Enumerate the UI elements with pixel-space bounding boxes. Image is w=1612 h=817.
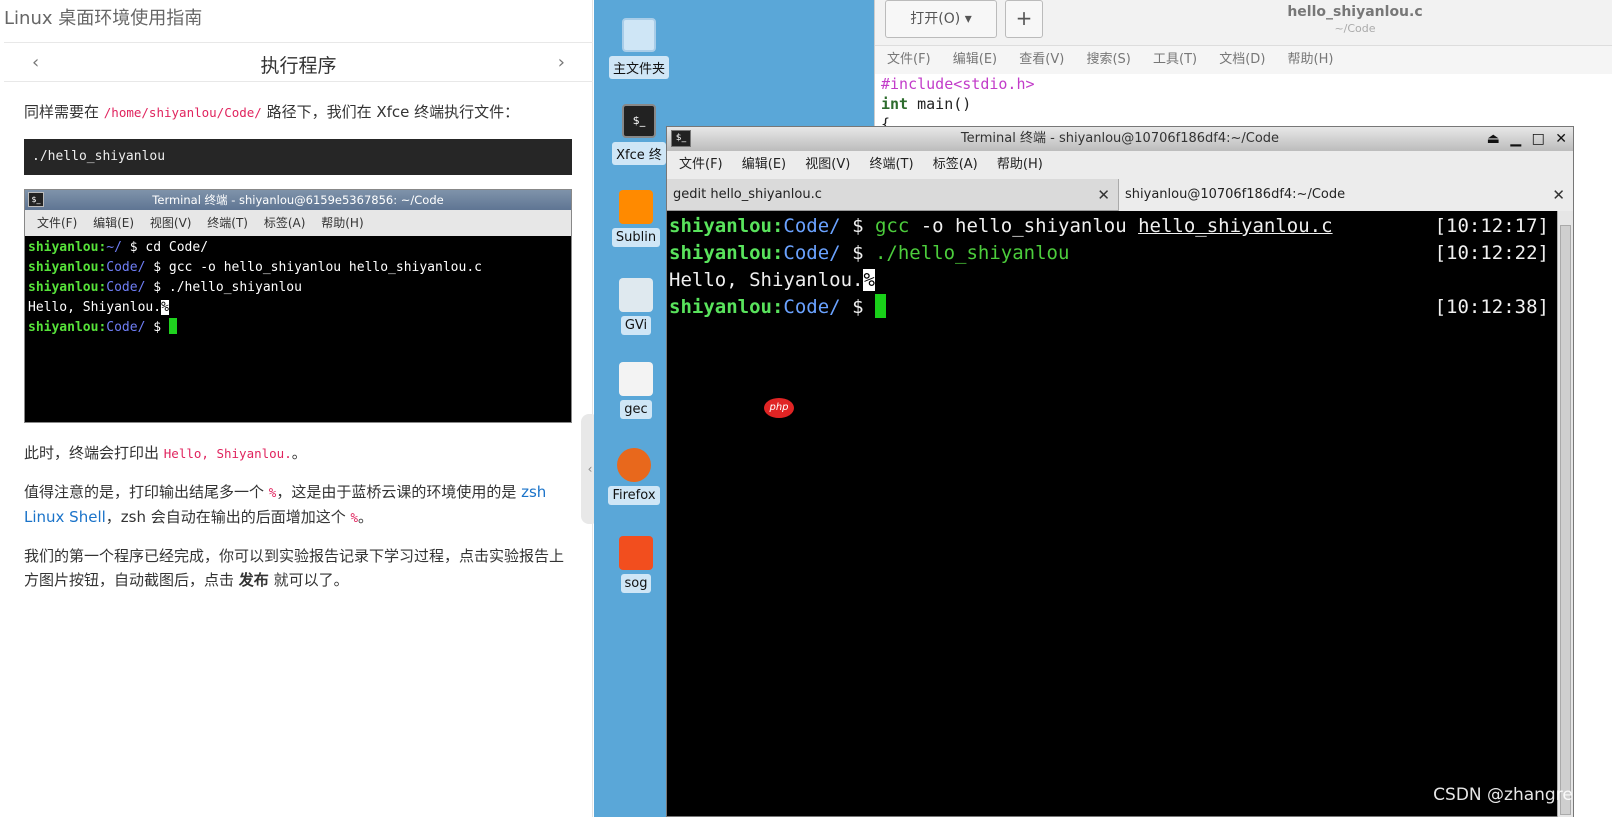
tab-gedit[interactable]: gedit hello_shiyanlou.c ✕ [667, 179, 1119, 211]
code-block: ./hello_shiyanlou [24, 139, 572, 175]
terminal-line: Hello, Shiyanlou.% [669, 269, 875, 291]
menu-tools[interactable]: 工具(T) [1153, 52, 1197, 67]
desktop-icon-sogou[interactable]: sog [602, 536, 670, 593]
scrollbar[interactable] [1557, 211, 1573, 817]
guide-title: Linux 桌面环境使用指南 [4, 8, 203, 29]
watermark: CSDN @zhangrelay [1433, 785, 1598, 805]
terminal-screenshot: $_ Terminal 终端 - shiyanlou@6159e5367856:… [24, 189, 572, 423]
terminal-titlebar[interactable]: $_ Terminal 终端 - shiyanlou@10706f186df4:… [667, 127, 1573, 151]
gedit-icon [619, 362, 653, 396]
gedit-menubar: 文件(F) 编辑(E) 查看(V) 搜索(S) 工具(T) 文档(D) 帮助(H… [875, 46, 1612, 74]
desktop-icon-gedit[interactable]: gec [602, 362, 670, 419]
inline-code-path: /home/shiyanlou/Code/ [103, 105, 262, 120]
new-tab-button[interactable]: + [1005, 0, 1043, 38]
firefox-icon [617, 448, 651, 482]
scrollbar-thumb[interactable] [1560, 225, 1571, 815]
paragraph-note: 值得注意的是，打印输出结尾多一个 %，这是由于蓝桥云课的环境使用的是 zsh L… [24, 483, 547, 526]
gedit-editor[interactable]: #include<stdio.h> int main() { [875, 74, 1612, 134]
menu-edit[interactable]: 编辑(E) [742, 157, 786, 172]
menu-help[interactable]: 帮助(H) [1288, 52, 1334, 67]
desktop-icon-firefox[interactable]: Firefox [600, 448, 668, 505]
menu-terminal[interactable]: 终端(T) [869, 157, 913, 172]
menu-file[interactable]: 文件(F) [887, 52, 931, 67]
terminal-window: $_ Terminal 终端 - shiyanlou@10706f186df4:… [666, 126, 1574, 817]
terminal-line: shiyanlou:Code/ $ [10:12:38] [669, 294, 1557, 321]
timestamp: [10:12:38] [1434, 296, 1549, 318]
guide-panel: Linux 桌面环境使用指南 ‹ 执行程序 › 同样需要在 /home/shiy… [0, 0, 593, 817]
desktop-icon-home[interactable]: 主文件夹 [605, 18, 673, 79]
menu-search[interactable]: 搜索(S) [1086, 52, 1130, 67]
menu-edit[interactable]: 编辑(E) [953, 52, 997, 67]
paragraph-output: 此时，终端会打印出 Hello, Shiyanlou.。 [24, 444, 307, 462]
desktop-icon-sublime[interactable]: Sublin [602, 190, 670, 247]
desktop-icon-gvim[interactable]: GVi [602, 278, 670, 335]
menu-view[interactable]: 查看(V) [1019, 52, 1064, 67]
terminal-tabs: gedit hello_shiyanlou.c ✕ shiyanlou@10706… [667, 179, 1573, 211]
chevron-down-icon: ▾ [964, 11, 972, 27]
timestamp: [10:12:22] [1434, 242, 1549, 264]
gedit-title: hello_shiyanlou.c [1287, 4, 1423, 20]
timestamp: [10:12:17] [1434, 215, 1549, 237]
terminal-icon: $_ [28, 192, 44, 207]
close-icon[interactable]: ✕ [1555, 131, 1567, 147]
cursor [874, 294, 886, 318]
terminal-menubar: 文件(F) 编辑(E) 视图(V) 终端(T) 标签(A) 帮助(H) [667, 151, 1573, 179]
inline-code-output: Hello, Shiyanlou. [163, 446, 292, 461]
window-controls: ⏏ ▁ □ ✕ [1481, 127, 1567, 151]
paragraph-path: 同样需要在 /home/shiyanlou/Code/ 路径下，我们在 Xfce… [24, 103, 520, 121]
desktop-icon-terminal[interactable]: $_ Xfce 终 [605, 104, 673, 165]
guide-body: 同样需要在 /home/shiyanlou/Code/ 路径下，我们在 Xfce… [24, 100, 572, 606]
terminal-icon: $_ [671, 130, 691, 147]
menu-docs[interactable]: 文档(D) [1219, 52, 1265, 67]
close-tab-icon[interactable]: ✕ [1552, 179, 1565, 211]
minimize-icon[interactable]: ▁ [1510, 131, 1521, 147]
home-folder-icon [622, 18, 656, 52]
php-badge: php [764, 398, 794, 418]
maximize-icon[interactable]: □ [1532, 131, 1545, 147]
menu-help[interactable]: 帮助(H) [997, 157, 1043, 172]
open-button[interactable]: 打开(O) ▾ [885, 0, 997, 38]
mini-terminal-titlebar: $_ Terminal 终端 - shiyanlou@6159e5367856:… [25, 190, 571, 210]
next-chevron-icon[interactable]: › [558, 52, 565, 73]
guide-nav: ‹ 执行程序 › [4, 42, 593, 82]
mini-terminal-menubar: 文件(F) 编辑(E) 视图(V) 终端(T) 标签(A) 帮助(H) [25, 210, 571, 236]
tab-shell[interactable]: shiyanlou@10706f186df4:~/Code ✕ [1119, 179, 1573, 211]
gvim-icon [619, 278, 653, 312]
terminal-icon: $_ [622, 104, 656, 138]
terminal-line: shiyanlou:Code/ $ ./hello_shiyanlou [10:1… [669, 240, 1557, 267]
terminal-line: shiyanlou:Code/ $ gcc -o hello_shiyanlou… [669, 213, 1557, 240]
cursor [168, 318, 177, 334]
mini-terminal-output: shiyanlou:~/ $ cd Code/ shiyanlou:Code/ … [28, 240, 482, 335]
menu-file[interactable]: 文件(F) [679, 157, 723, 172]
terminal-output[interactable]: shiyanlou:Code/ $ gcc -o hello_shiyanlou… [667, 211, 1557, 817]
menu-tabs[interactable]: 标签(A) [933, 157, 978, 172]
menu-view[interactable]: 视图(V) [805, 157, 850, 172]
sogou-icon [619, 536, 653, 570]
section-title: 执行程序 [260, 55, 337, 77]
shade-icon[interactable]: ⏏ [1487, 131, 1500, 147]
paragraph-finish: 我们的第一个程序已经完成，你可以到实验报告记录下学习过程，点击实验报告上方图片按… [24, 547, 565, 589]
gedit-header: 打开(O) ▾ + hello_shiyanlou.c ~/Code [875, 0, 1612, 46]
sublime-icon [619, 190, 653, 224]
gedit-subtitle: ~/Code [1334, 22, 1376, 35]
close-tab-icon[interactable]: ✕ [1097, 179, 1110, 211]
